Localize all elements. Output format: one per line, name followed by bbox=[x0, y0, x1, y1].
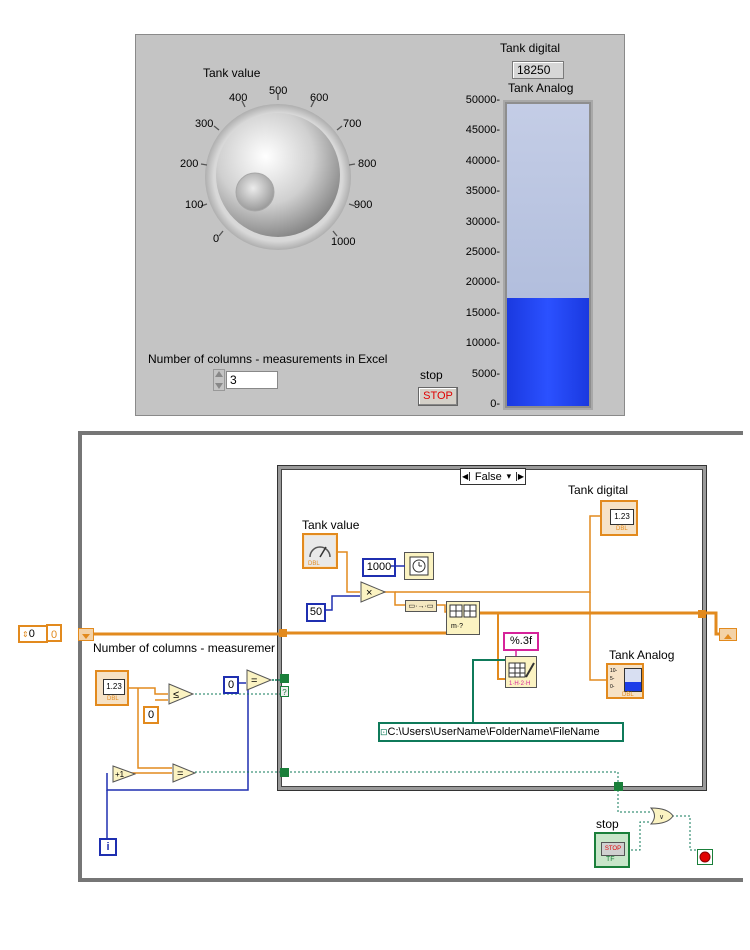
bd-tank-digital-label: Tank digital bbox=[568, 483, 629, 497]
path-icon: ⊡ bbox=[380, 727, 388, 737]
knob-terminal-icon: DBL bbox=[305, 536, 335, 567]
shift-register-init-const[interactable]: ⇕0 bbox=[18, 625, 48, 643]
increment-function[interactable]: +1 bbox=[112, 765, 137, 783]
bool-tunnel-left bbox=[280, 768, 289, 777]
tank-value-terminal[interactable]: DBL bbox=[302, 533, 338, 569]
write-file-icon: 1·H·2·H bbox=[508, 662, 535, 687]
stop-button-terminal[interactable]: STOP TF bbox=[594, 832, 630, 868]
wire-1000 bbox=[391, 565, 405, 567]
wires bbox=[92, 515, 724, 851]
const-50[interactable]: 50 bbox=[306, 603, 326, 622]
init-indicator-zero: 0 bbox=[46, 624, 62, 642]
analog-terminal-scale: 10- 5- 0- bbox=[610, 668, 618, 690]
write-to-spreadsheet-function[interactable]: 1·H·2·H bbox=[505, 656, 537, 688]
or-function[interactable]: ∨ bbox=[649, 807, 674, 825]
svg-text:∨: ∨ bbox=[659, 814, 664, 821]
tank-analog-terminal[interactable]: 10- 5- 0- DBL bbox=[606, 663, 644, 699]
case-selector-terminal[interactable]: ? bbox=[280, 686, 289, 697]
case-selector-tunnel bbox=[280, 674, 289, 683]
svg-text:=: = bbox=[251, 675, 257, 687]
bd-columns-label: Number of columns - measuremer bbox=[93, 641, 276, 655]
svg-text:m·?: m·? bbox=[451, 623, 463, 630]
shift-register-right[interactable] bbox=[719, 628, 737, 641]
file-path-const[interactable]: ⊡C:\Users\UserName\FolderName\FileName bbox=[378, 722, 624, 742]
tunnel-right bbox=[698, 610, 706, 618]
tank-mini-icon bbox=[624, 668, 642, 692]
loop-condition-stop-icon[interactable] bbox=[697, 849, 713, 865]
array-grid-icon: m·? bbox=[449, 604, 477, 630]
columns-terminal[interactable]: 1.23 DBL bbox=[95, 670, 129, 706]
bd-tank-analog-label: Tank Analog bbox=[609, 648, 675, 662]
svg-text:×: × bbox=[366, 587, 372, 599]
tunnel-left bbox=[279, 629, 287, 637]
clock-icon bbox=[409, 556, 429, 576]
wait-ms-function[interactable] bbox=[404, 552, 434, 580]
build-array-function[interactable]: ▭·→·▭ bbox=[405, 600, 437, 612]
svg-text:≤: ≤ bbox=[173, 689, 179, 701]
init-const-arrows: ⇕ bbox=[22, 630, 29, 639]
const-zero-compare[interactable]: 0 bbox=[143, 706, 159, 724]
svg-text:1·H·2·H: 1·H·2·H bbox=[509, 681, 530, 687]
const-zero-equal[interactable]: 0 bbox=[223, 676, 239, 694]
svg-text:DBL: DBL bbox=[308, 561, 320, 567]
svg-text:=: = bbox=[177, 768, 183, 780]
less-equal-function[interactable]: ≤ bbox=[168, 683, 195, 705]
format-string-const[interactable]: %.3f bbox=[503, 632, 539, 651]
tank-digital-terminal[interactable]: 1.23 DBL bbox=[600, 500, 638, 536]
equal-function-bottom[interactable]: = bbox=[172, 763, 197, 783]
equal-function-top[interactable]: = bbox=[246, 669, 273, 691]
bd-stop-label: stop bbox=[596, 817, 619, 831]
array-to-spreadsheet-function[interactable]: m·? bbox=[446, 601, 480, 635]
bool-tunnel-right bbox=[614, 782, 623, 791]
svg-text:+1: +1 bbox=[115, 770, 125, 779]
bd-tank-value-label: Tank value bbox=[302, 518, 360, 532]
multiply-function[interactable]: × bbox=[360, 581, 387, 603]
iteration-terminal: i bbox=[99, 838, 117, 856]
shift-register-left[interactable] bbox=[78, 628, 94, 641]
